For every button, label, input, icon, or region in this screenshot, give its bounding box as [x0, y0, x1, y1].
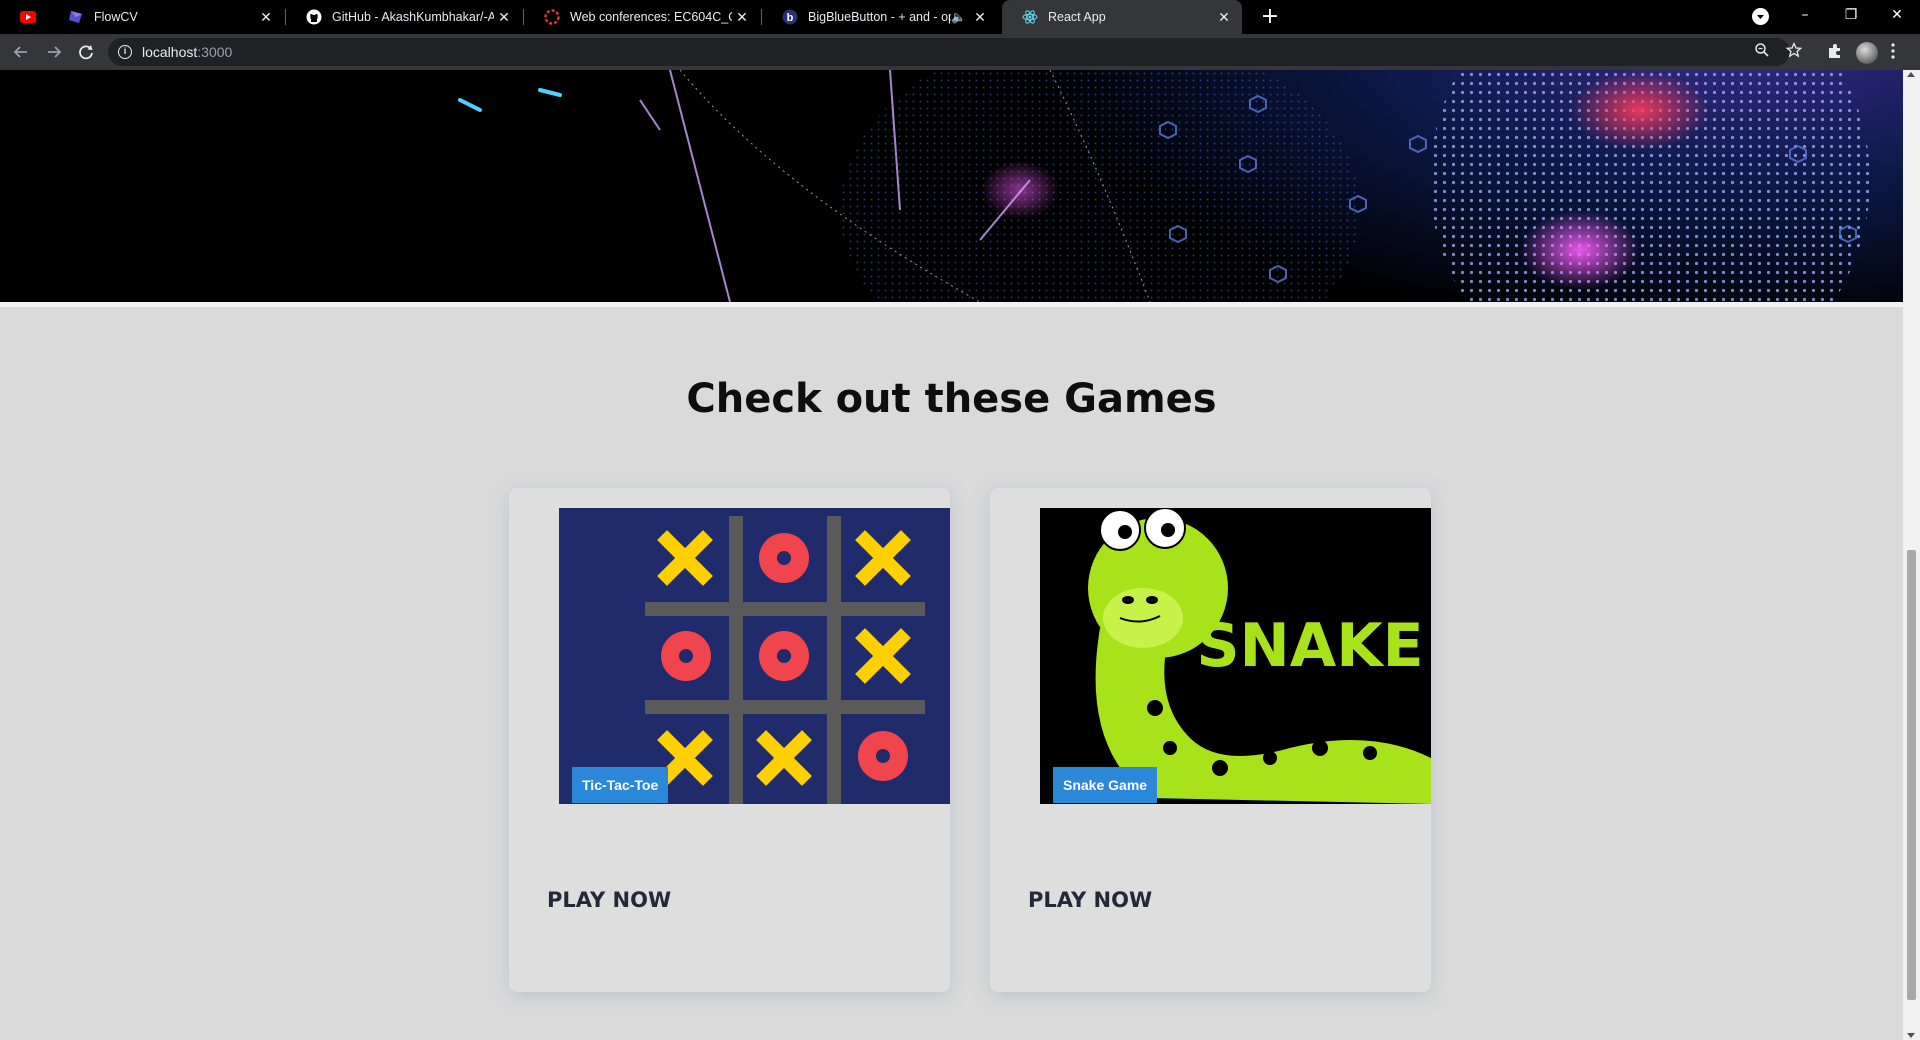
restore-button[interactable]: ❐ — [1828, 0, 1874, 30]
bigbluebutton-icon: b — [782, 9, 798, 25]
close-icon[interactable]: ✕ — [256, 9, 276, 26]
tab-bigbluebutton[interactable]: b BigBlueButton - + and - ope 🔈 ✕ — [762, 0, 998, 34]
close-icon[interactable]: ✕ — [732, 9, 752, 26]
close-icon[interactable]: ✕ — [970, 9, 990, 26]
game-title-badge: Snake Game — [1053, 767, 1158, 803]
react-icon — [1022, 9, 1038, 25]
tab-title: BigBlueButton - + and - ope — [808, 10, 952, 24]
browser-tab-strip: FlowCV ✕ GitHub - AkashKumbhakar/-Aka ✕ … — [0, 0, 1920, 34]
tab-title: Web conferences: EC604C_OOP_ — [570, 10, 732, 24]
address-url[interactable]: localhost:3000 — [142, 44, 232, 60]
play-now-button[interactable]: PLAY NOW — [547, 888, 671, 912]
back-arrow-icon[interactable] — [7, 38, 35, 66]
extensions-puzzle-icon[interactable] — [1826, 42, 1844, 64]
snake-logo-text: SNAKE — [1196, 611, 1423, 681]
tab-react-app[interactable]: React App ✕ — [1002, 0, 1242, 34]
section-title: Check out these Games — [686, 376, 1217, 422]
close-icon[interactable]: ✕ — [494, 9, 514, 26]
browser-toolbar: i localhost:3000 — [0, 34, 1920, 70]
snake-game-image[interactable]: SNAKE — [1040, 508, 1431, 804]
address-bar[interactable]: i localhost:3000 — [108, 38, 1803, 66]
reload-icon[interactable] — [72, 38, 100, 66]
hero-divider — [0, 302, 1903, 307]
minimize-button[interactable]: – — [1782, 0, 1828, 30]
scrollbar-thumb[interactable] — [1907, 550, 1916, 1000]
new-tab-button[interactable]: + — [1256, 3, 1284, 31]
avatar[interactable] — [1856, 42, 1878, 64]
tab-youtube[interactable] — [0, 0, 46, 34]
moodle-icon — [544, 9, 560, 25]
close-window-button[interactable]: ✕ — [1874, 0, 1920, 30]
play-now-button[interactable]: PLAY NOW — [1028, 888, 1152, 912]
game-card-tic-tac-toe: Tic-Tac-Toe PLAY NOW — [509, 488, 950, 992]
game-card-snake: SNAKE Snake Game PLAY NOW — [990, 488, 1431, 992]
flowcv-icon — [68, 9, 84, 25]
tab-web-conferences[interactable]: Web conferences: EC604C_OOP_ ✕ — [524, 0, 760, 34]
scroll-down-arrow-icon[interactable] — [1907, 1033, 1915, 1038]
close-icon[interactable]: ✕ — [1214, 9, 1234, 26]
speaker-icon[interactable]: 🔈 — [951, 10, 966, 24]
forward-arrow-icon[interactable] — [40, 38, 68, 66]
tic-tac-toe-image[interactable] — [559, 508, 950, 804]
github-icon — [306, 9, 322, 25]
zoom-icon[interactable] — [1754, 42, 1770, 62]
tab-title: React App — [1048, 10, 1106, 24]
tab-title: FlowCV — [94, 10, 138, 24]
game-title-badge: Tic-Tac-Toe — [572, 767, 669, 803]
tab-title: GitHub - AkashKumbhakar/-Aka — [332, 10, 494, 24]
hero-banner-image — [0, 70, 1903, 302]
tab-github[interactable]: GitHub - AkashKumbhakar/-Aka ✕ — [286, 0, 522, 34]
svg-text:b: b — [787, 12, 794, 24]
scroll-up-arrow-icon[interactable] — [1907, 72, 1915, 77]
browser-menu-icon[interactable] — [1890, 42, 1896, 64]
site-info-icon[interactable]: i — [118, 45, 132, 59]
profile-menu-icon[interactable] — [1752, 8, 1769, 25]
tab-flowcv[interactable]: FlowCV ✕ — [48, 0, 284, 34]
youtube-icon — [20, 9, 36, 25]
bookmark-star-icon[interactable] — [1785, 41, 1803, 62]
page-viewport: Check out these Games Tic-Tac-Toe PLAY N… — [0, 70, 1903, 1040]
page-scrollbar[interactable] — [1903, 70, 1920, 1040]
